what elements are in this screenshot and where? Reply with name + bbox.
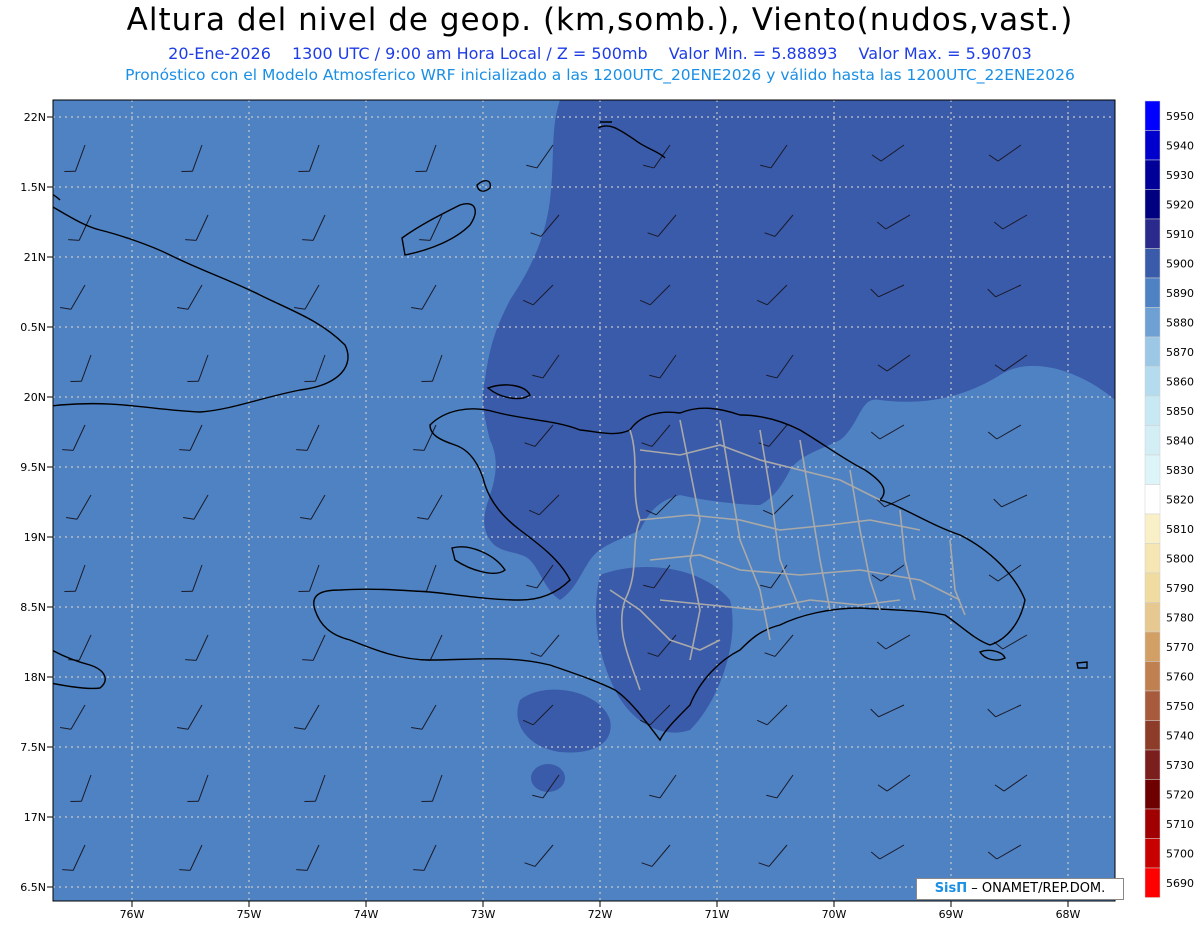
latitude-labels: 22N 1.5N 21N 0.5N 20N 9.5N 19N 8.5N 18N 7.5N 17N 6.…	[20, 111, 53, 894]
colorbar-swatch	[1144, 130, 1161, 161]
lat-tick-label: 19N	[24, 531, 46, 544]
colorbar-swatch	[1144, 159, 1161, 190]
colorbar-swatch	[1144, 661, 1161, 692]
lat-tick-label: 22N	[24, 111, 46, 124]
colorbar-swatch	[1144, 631, 1161, 662]
lat-tick-label: 0.5N	[20, 321, 46, 334]
lon-tick-label: 76W	[120, 908, 145, 921]
colorbar-label: 5890	[1166, 287, 1194, 300]
lon-tick-label: 71W	[705, 908, 730, 921]
colorbar-swatch	[1144, 513, 1161, 544]
colorbar: 5950 5940 5930 5920 5910 5900 5890 5880 5870 5860…	[1144, 100, 1194, 898]
lat-tick-label: 1.5N	[20, 181, 46, 194]
colorbar-swatch	[1144, 189, 1161, 220]
lat-tick-label: 18N	[24, 671, 46, 684]
colorbar-label: 5840	[1166, 434, 1194, 447]
colorbar-label: 5820	[1166, 493, 1194, 506]
colorbar-swatch	[1144, 867, 1161, 898]
colorbar-swatch	[1144, 218, 1161, 249]
colorbar-label: 5800	[1166, 552, 1194, 565]
colorbar-label: 5870	[1166, 346, 1194, 359]
longitude-labels: 76W 75W 74W 73W 72W 71W 70W 69W 68W	[120, 901, 1081, 921]
lat-tick-label: 7.5N	[20, 741, 46, 754]
colorbar-swatch	[1144, 808, 1161, 839]
colorbar-swatch	[1144, 395, 1161, 426]
sispi-logo: SisΠ	[934, 881, 968, 896]
colorbar-label: 5700	[1166, 847, 1194, 860]
colorbar-label: 5710	[1166, 818, 1194, 831]
colorbar-swatch	[1144, 484, 1161, 515]
lon-tick-label: 68W	[1056, 908, 1081, 921]
colorbar-label: 5720	[1166, 788, 1194, 801]
colorbar-swatch	[1144, 248, 1161, 279]
colorbar-swatch	[1144, 543, 1161, 574]
lon-tick-label: 75W	[237, 908, 262, 921]
colorbar-swatch	[1144, 425, 1161, 456]
lat-tick-label: 17N	[24, 811, 46, 824]
colorbar-label: 5830	[1166, 464, 1194, 477]
colorbar-label: 5910	[1166, 228, 1194, 241]
colorbar-label: 5730	[1166, 759, 1194, 772]
colorbar-label: 5940	[1166, 139, 1194, 152]
colorbar-swatch	[1144, 307, 1161, 338]
plot-area	[53, 100, 1115, 901]
colorbar-label: 5900	[1166, 257, 1194, 270]
colorbar-label: 5780	[1166, 611, 1194, 624]
colorbar-swatch	[1144, 454, 1161, 485]
onamet-label: – ONAMET/REP.DOM.	[971, 881, 1106, 896]
colorbar-swatch	[1144, 572, 1161, 603]
geopotential-5900-blob-small	[531, 764, 565, 792]
colorbar-label: 5750	[1166, 700, 1194, 713]
colorbar-swatch	[1144, 720, 1161, 751]
lat-tick-label: 20N	[24, 391, 46, 404]
lat-tick-label: 21N	[24, 251, 46, 264]
colorbar-label: 5950	[1166, 110, 1194, 123]
credit-box: SisΠ – ONAMET/REP.DOM.	[916, 878, 1124, 900]
lat-tick-label: 9.5N	[20, 461, 46, 474]
colorbar-swatch	[1144, 838, 1161, 869]
colorbar-label: 5790	[1166, 582, 1194, 595]
colorbar-label: 5740	[1166, 729, 1194, 742]
colorbar-swatch	[1144, 779, 1161, 810]
colorbar-swatch	[1144, 749, 1161, 780]
lon-tick-label: 72W	[588, 908, 613, 921]
lat-tick-label: 6.5N	[20, 881, 46, 894]
colorbar-label: 5760	[1166, 670, 1194, 683]
colorbar-label: 5850	[1166, 405, 1194, 418]
lat-tick-label: 8.5N	[20, 601, 46, 614]
colorbar-label: 5690	[1166, 877, 1194, 890]
lon-tick-label: 74W	[354, 908, 379, 921]
colorbar-label: 5810	[1166, 523, 1194, 536]
lon-tick-label: 69W	[939, 908, 964, 921]
colorbar-label: 5920	[1166, 198, 1194, 211]
forecast-map: 22N 1.5N 21N 0.5N 20N 9.5N 19N 8.5N 18N 7.5N 17N 6.…	[20, 99, 1194, 921]
colorbar-label: 5860	[1166, 375, 1194, 388]
lon-tick-label: 73W	[471, 908, 496, 921]
colorbar-label: 5770	[1166, 641, 1194, 654]
colorbar-swatch	[1144, 690, 1161, 721]
colorbar-swatch	[1144, 602, 1161, 633]
colorbar-swatch	[1144, 366, 1161, 397]
colorbar-swatch	[1144, 277, 1161, 308]
colorbar-swatch	[1144, 336, 1161, 367]
colorbar-label: 5930	[1166, 169, 1194, 182]
colorbar-label: 5880	[1166, 316, 1194, 329]
colorbar-swatch	[1144, 100, 1161, 131]
lon-tick-label: 70W	[822, 908, 847, 921]
